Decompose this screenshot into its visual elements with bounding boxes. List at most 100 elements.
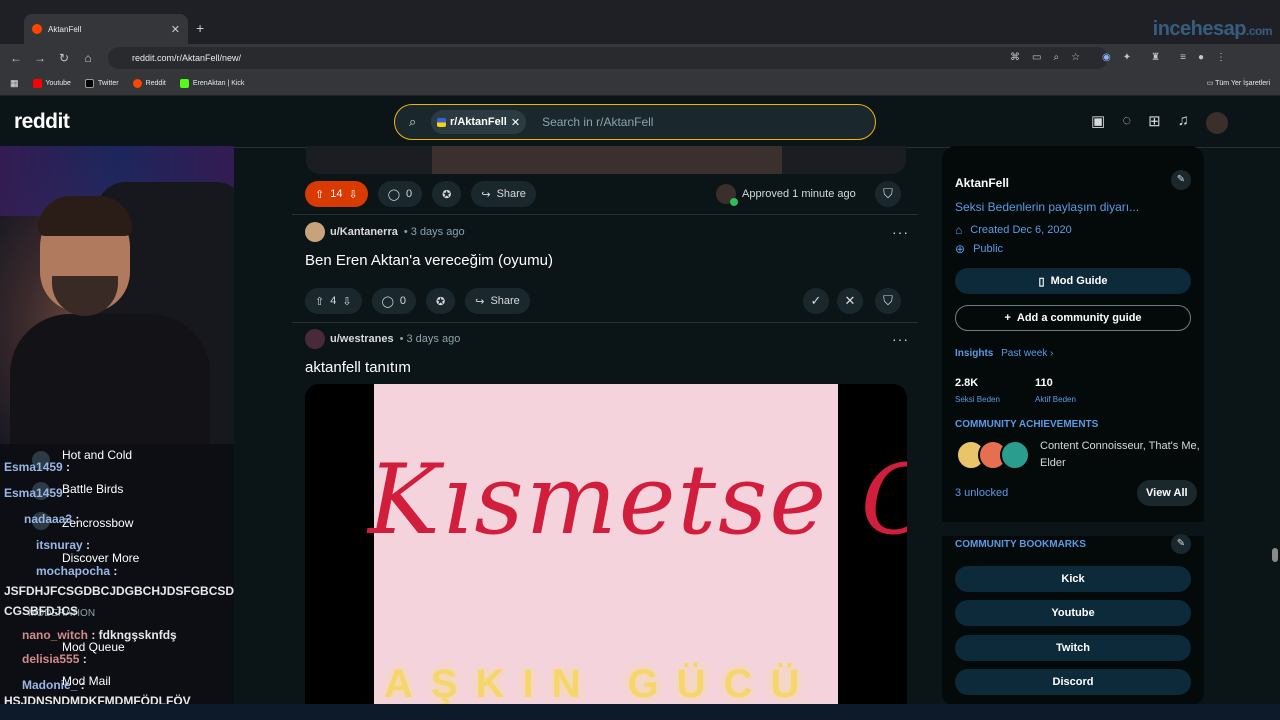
notifications-icon[interactable]: ♫ [1178, 112, 1189, 134]
post-time: • 3 days ago [399, 333, 461, 345]
comment-icon: ◯ [387, 188, 400, 201]
zoom-icon[interactable]: ⌕ [1053, 52, 1059, 63]
translate-icon[interactable]: ⌘ [1010, 52, 1020, 63]
plus-icon: + [1004, 312, 1011, 324]
chat-line: Madonie_ : [22, 678, 85, 692]
bookmark-kick-button[interactable]: Kick [955, 566, 1191, 592]
comments-button[interactable]: ◯ 0 [377, 181, 423, 207]
vote-control[interactable]: ⇧ 14 ⇩ [305, 181, 368, 207]
post-image-bottom [306, 146, 906, 174]
mod-shield-button[interactable]: ⛉ [875, 181, 901, 207]
upvote-icon[interactable]: ⇧ [315, 188, 324, 201]
share-icon: ↪ [481, 188, 491, 201]
bookmark-reddit[interactable]: Reddit [132, 79, 166, 88]
share-button[interactable]: ↪ Share [465, 288, 530, 314]
bookmark-discord-button[interactable]: Discord [955, 669, 1191, 695]
bookmark-youtube[interactable]: Youtube [32, 79, 71, 88]
author-link[interactable]: u/Kantanerra [330, 226, 398, 238]
comments-button[interactable]: ◯ 0 [371, 288, 416, 314]
online-label: Aktif Beden [1035, 395, 1076, 404]
post-title[interactable]: aktanfell tanıtım [305, 359, 411, 376]
more-options-icon[interactable]: ··· [892, 224, 909, 240]
chat-icon[interactable]: ◌ [1122, 112, 1131, 134]
reading-list-icon[interactable]: ≡ [1180, 52, 1186, 63]
address-bar[interactable]: reddit.com/r/AktanFell/new/ [108, 47, 1108, 69]
insights-header: Insights Past week › [955, 348, 1054, 359]
video-player[interactable]: Kısmetse Olu AŞKIN GÜCÜ [305, 384, 907, 706]
extensions-icon[interactable]: ✦ [1123, 52, 1131, 63]
bookmark-youtube-button[interactable]: Youtube [955, 600, 1191, 626]
stream-chat: Hot and Cold Battle Birds Zencrossbow Di… [0, 444, 234, 706]
url-text: reddit.com/r/AktanFell/new/ [132, 53, 242, 63]
back-icon[interactable]: ← [4, 51, 28, 65]
profile-icon[interactable]: ● [1198, 52, 1204, 63]
reload-icon[interactable]: ↻ [52, 51, 76, 65]
forward-icon[interactable]: → [28, 51, 52, 65]
insights-period[interactable]: Past week › [1001, 348, 1053, 359]
menu-item-hot-and-cold[interactable]: Hot and Cold [62, 448, 132, 462]
close-tab-icon[interactable]: ✕ [171, 23, 180, 36]
home-icon[interactable]: ⌂ [76, 51, 100, 65]
remove-chip-icon[interactable]: ✕ [511, 116, 520, 129]
author-link[interactable]: u/westranes [330, 333, 394, 345]
upvote-icon[interactable]: ⇧ [315, 295, 324, 308]
install-icon[interactable]: ▭ [1032, 52, 1041, 63]
view-all-button[interactable]: View All [1137, 480, 1197, 506]
user-avatar[interactable] [1205, 112, 1228, 134]
downvote-icon[interactable]: ⇩ [348, 188, 357, 201]
post-title[interactable]: Ben Eren Aktan'a vereceğim (oyumu) [305, 252, 553, 269]
new-tab-button[interactable]: + [196, 20, 204, 36]
tab-title: AktanFell [48, 24, 82, 34]
award-button[interactable]: ✪ [426, 288, 456, 314]
shield-icon: ⛉ [883, 293, 893, 308]
apps-icon[interactable]: ▦ [10, 78, 19, 89]
create-post-icon[interactable]: ⊞ [1148, 112, 1161, 134]
all-bookmarks[interactable]: ▭ Tüm Yer İşaretleri [1207, 79, 1270, 87]
approve-button[interactable]: ✓ [803, 288, 829, 314]
edit-icon[interactable]: ✎ [1171, 170, 1191, 190]
chat-line: Esma1459 : [4, 460, 71, 474]
author-avatar[interactable] [305, 329, 325, 349]
chat-line: mochapocha : [36, 564, 118, 578]
reddit-logo[interactable]: reddit [14, 110, 70, 134]
chat-line: itsnuray : [36, 538, 91, 552]
community-description: Seksi Bedenlerin paylaşım diyarı... [955, 200, 1140, 214]
achievements-list: Content Connoisseur, That's Me, Elder [1040, 440, 1200, 469]
author-avatar[interactable] [305, 222, 325, 242]
mod-guide-button[interactable]: ▯ Mod Guide [955, 268, 1191, 294]
browser-tab[interactable]: AktanFell ✕ [24, 14, 188, 44]
subreddit-icon [437, 117, 446, 127]
vote-control[interactable]: ⇧ 4 ⇩ [305, 288, 362, 314]
more-options-icon[interactable]: ··· [892, 331, 909, 347]
bookmark-star-icon[interactable]: ☆ [1071, 52, 1080, 63]
incognito-icon[interactable]: ♜ [1151, 52, 1160, 63]
add-community-guide-button[interactable]: + Add a community guide [955, 305, 1191, 331]
subreddit-filter-chip[interactable]: r/AktanFell ✕ [431, 110, 527, 134]
badge-icon [1000, 440, 1030, 470]
award-button[interactable]: ✪ [432, 181, 462, 207]
browser-tabstrip: AktanFell ✕ + incehesap.com [0, 0, 1280, 44]
menu-item-battle-birds[interactable]: Battle Birds [62, 482, 123, 496]
search-input[interactable]: Search in r/AktanFell [542, 115, 653, 129]
share-button[interactable]: ↪ Share [471, 181, 536, 207]
menu-item-discover-more[interactable]: Discover More [62, 551, 139, 565]
search-bar[interactable]: ⌕ r/AktanFell ✕ Search in r/AktanFell [394, 104, 876, 140]
header-icons: ▣ ◌ ⊞ ♫ [1091, 112, 1228, 134]
advertise-icon[interactable]: ▣ [1091, 112, 1105, 134]
page-scrollbar[interactable] [1272, 548, 1278, 562]
stream-overlay: Hot and Cold Battle Birds Zencrossbow Di… [0, 146, 234, 706]
edit-icon[interactable]: ✎ [1171, 534, 1191, 554]
post-meta: u/Kantanerra • 3 days ago [305, 222, 465, 242]
bookmark-kick[interactable]: ErenAktan | Kick [179, 79, 244, 88]
downvote-icon[interactable]: ⇩ [342, 295, 351, 308]
webcam-feed [0, 146, 234, 444]
remove-button[interactable]: ✕ [837, 288, 863, 314]
achievement-badges[interactable] [956, 440, 1032, 472]
close-icon: ✕ [844, 293, 856, 308]
bookmark-twitch-button[interactable]: Twitch [955, 635, 1191, 661]
community-sidebar: AktanFell ✎ Seksi Bedenlerin paylaşım di… [942, 146, 1204, 706]
bookmark-twitter[interactable]: Twitter [84, 79, 119, 88]
media-icon[interactable]: ◉ [1102, 52, 1111, 63]
mod-shield-button[interactable]: ⛉ [875, 288, 901, 314]
chrome-menu-icon[interactable]: ⋮ [1216, 52, 1226, 63]
